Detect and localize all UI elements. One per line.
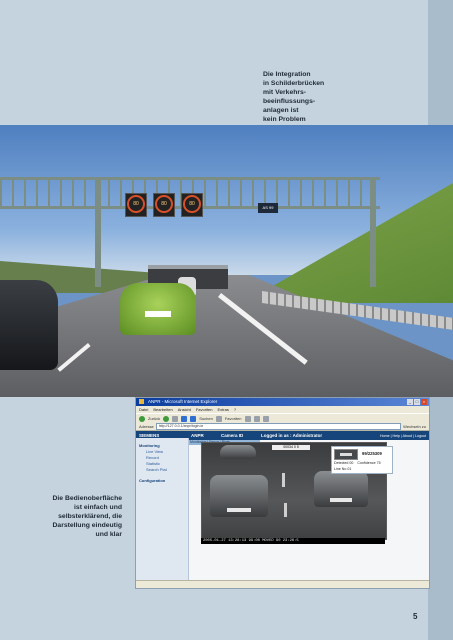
print-icon[interactable] <box>262 415 269 422</box>
video-plate <box>227 508 251 512</box>
caption-line: beeinflussungs- <box>263 98 316 105</box>
panel-row-label: Line No <box>334 467 347 471</box>
caption-line: selbsterklärend, die <box>58 513 122 520</box>
video-plate <box>330 498 352 502</box>
speed-sign: 80 <box>125 193 147 217</box>
caption-line: Die Bedienoberfläche <box>52 495 123 502</box>
panel-row-value: 01 <box>347 467 352 471</box>
login-status: Logged in as : Administrator <box>261 433 323 438</box>
panel-row: Line No 01 <box>334 467 351 471</box>
panel-row-label: Detected <box>334 461 349 465</box>
speed-sign: 80 <box>153 193 175 217</box>
speed-sign: 80 <box>181 193 203 217</box>
address-bar: Adresse http://127.0.0.1/anpr/login.ie W… <box>136 423 429 431</box>
window-controls: _ □ × <box>407 399 427 405</box>
caption-line: Die Integration <box>263 71 311 78</box>
menu-item-help[interactable]: ? <box>234 406 236 413</box>
favorites-label[interactable]: Favoriten <box>225 416 242 421</box>
panel-row: Detected 00 Confidence 75 <box>334 461 381 465</box>
address-label: Adresse <box>139 424 154 429</box>
menu-item-view[interactable]: Ansicht <box>178 406 191 413</box>
caption-left: Die Bedienoberfläche ist einfach und sel… <box>20 494 123 539</box>
plate-number: 99/225309 <box>362 451 382 456</box>
status-bar <box>136 580 429 588</box>
back-icon[interactable] <box>139 415 145 422</box>
video-caption: 2005-01-27 13:28:13 99:00 MOVED 90 23:26… <box>201 538 385 544</box>
maximize-icon[interactable]: □ <box>414 399 420 405</box>
caption-line: ist einfach und <box>74 504 122 511</box>
caption-line: und klar <box>95 531 122 538</box>
menu-bar: Datei Bearbeiten Ansicht Favoriten Extra… <box>136 406 429 413</box>
menu-item-edit[interactable]: Bearbeiten <box>153 406 172 413</box>
sidebar-section-configuration[interactable]: Configuration <box>136 477 188 484</box>
license-plate <box>145 311 171 317</box>
window-title: ANPR - Microsoft Internet Explorer <box>148 399 218 404</box>
highway-photo: 80 80 80 AS 99 <box>0 125 453 397</box>
app-sidebar: Monitoring Live View Record Statistic Se… <box>136 438 189 588</box>
caption-line: Darstellung eindeutig <box>52 522 123 529</box>
video-car <box>220 445 256 459</box>
panel-row-label: Confidence <box>357 461 376 465</box>
history-icon[interactable] <box>244 415 251 422</box>
window-titlebar: ANPR - Microsoft Internet Explorer _ □ × <box>136 398 429 406</box>
brochure-page: Die Integration in Schilderbrücken mit V… <box>0 0 453 640</box>
panel-row-value: 00 <box>349 461 354 465</box>
app-name: ANPR <box>191 433 204 438</box>
favorites-icon[interactable] <box>215 415 222 422</box>
video-car <box>210 475 268 517</box>
home-icon[interactable] <box>190 415 197 422</box>
caption-line: kein Problem <box>263 116 306 123</box>
caption-line: in Schilderbrücken <box>263 80 325 87</box>
browser-toolbar: Zurück Suchen Favoriten <box>136 413 429 423</box>
caption-line: mit Verkehrs- <box>263 89 307 96</box>
go-button[interactable]: Wechseln zu <box>403 424 426 429</box>
video-lane-marking <box>282 473 285 487</box>
menu-item-tools[interactable]: Extras <box>218 406 229 413</box>
sidebar-section-monitoring[interactable]: Monitoring <box>136 442 188 449</box>
browser-icon <box>139 399 144 404</box>
speed-sign-value: 80 <box>155 195 173 214</box>
speed-sign-value: 80 <box>127 195 145 214</box>
menu-item-file[interactable]: Datei <box>139 406 148 413</box>
back-label[interactable]: Zurück <box>148 416 160 421</box>
address-input[interactable]: http://127.0.0.1/anpr/login.ie <box>155 423 402 430</box>
header-links[interactable]: Home | Help | About | Logout <box>380 434 426 438</box>
refresh-icon[interactable] <box>181 415 188 422</box>
close-icon[interactable]: × <box>421 399 427 405</box>
video-lane-marking <box>284 503 287 517</box>
plate-panel: 99/225309 Detected 00 Confidence 75 Line… <box>331 446 393 474</box>
panel-row-value: 75 <box>376 461 381 465</box>
menu-item-favorites[interactable]: Favoriten <box>196 406 213 413</box>
speed-sign-value: 80 <box>183 195 201 214</box>
dark-car <box>0 280 58 370</box>
video-car <box>314 471 368 507</box>
minimize-icon[interactable]: _ <box>407 399 413 405</box>
software-screenshot: ANPR - Microsoft Internet Explorer _ □ ×… <box>135 397 430 589</box>
caption-top: Die Integration in Schilderbrücken mit V… <box>263 70 363 124</box>
forward-icon[interactable] <box>163 415 170 422</box>
distance-sign: AS 99 <box>258 203 278 213</box>
plate-crop-image <box>334 449 358 460</box>
video-tag: 00034 0 5 <box>272 445 310 450</box>
page-number: 5 <box>413 612 418 621</box>
mail-icon[interactable] <box>253 415 260 422</box>
caption-line: anlagen ist <box>263 107 299 114</box>
green-car <box>120 283 196 335</box>
search-label[interactable]: Suchen <box>199 416 213 421</box>
stop-icon[interactable] <box>172 415 179 422</box>
camera-label[interactable]: Camera ID <box>221 433 243 438</box>
